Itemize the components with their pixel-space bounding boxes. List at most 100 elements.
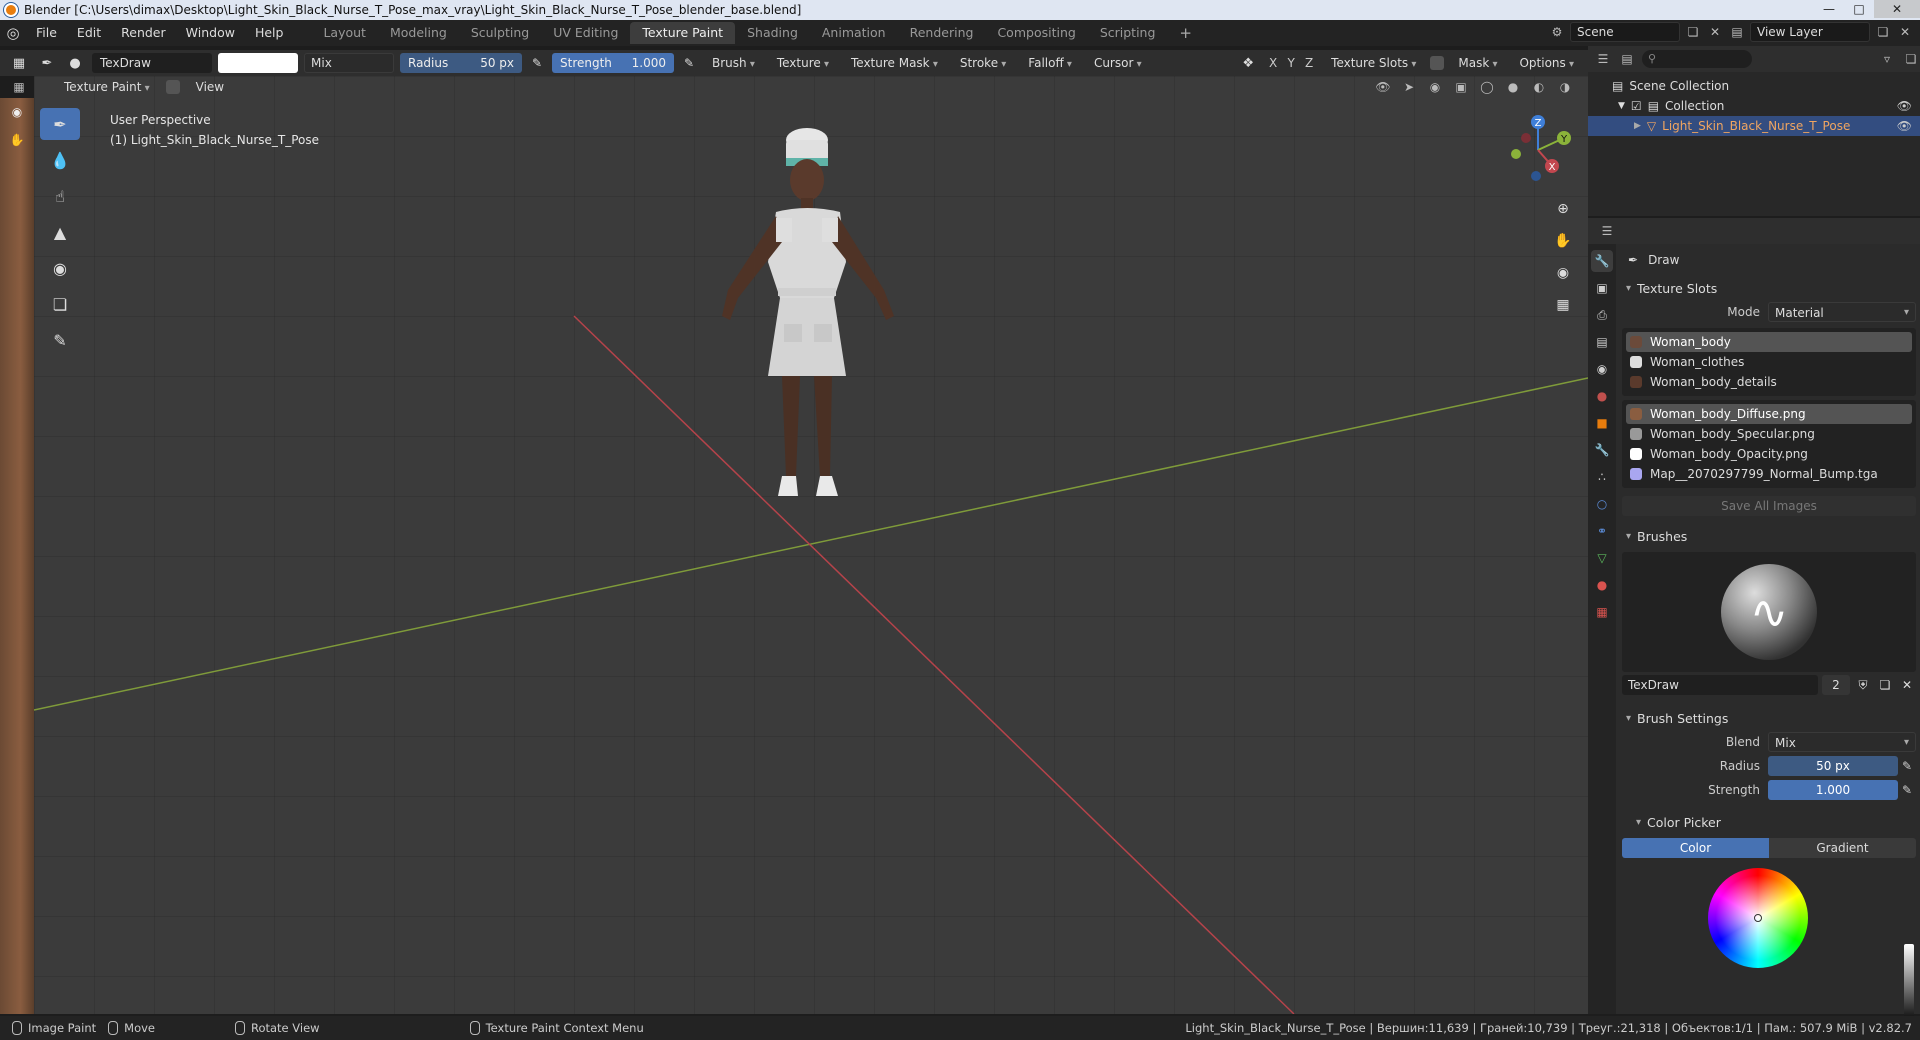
outliner-search-input[interactable]: ⚲ (1642, 50, 1752, 68)
output-tab-icon[interactable]: ⎙ (1591, 304, 1613, 326)
annotate-tool-icon[interactable]: ✎ (40, 324, 80, 356)
grid-perspective-icon[interactable]: ▦ (1550, 292, 1576, 318)
smear-tool-icon[interactable]: ☝ (40, 180, 80, 212)
expand-arrow-icon[interactable]: ▶ (1634, 121, 1641, 131)
tab-texture-paint[interactable]: Texture Paint (630, 22, 736, 44)
outliner-collection[interactable]: ▼ ☑ ▤ Collection 👁 (1588, 96, 1920, 116)
texture-slots-menu[interactable]: Texture Slots (1323, 53, 1424, 73)
symmetry-z-button[interactable]: Z (1301, 56, 1317, 70)
image-slot-item[interactable]: Map__2070297799_Normal_Bump.tga (1626, 464, 1912, 484)
rendered-shading-icon[interactable]: ◑ (1556, 77, 1574, 97)
tab-scripting[interactable]: Scripting (1088, 22, 1168, 44)
mode-dropdown[interactable]: Texture Paint (56, 77, 158, 97)
value-slider[interactable] (1904, 944, 1914, 1024)
brushes-panel-header[interactable]: Brushes (1622, 524, 1916, 548)
visibility-eye-icon[interactable]: 👁 (1897, 119, 1912, 133)
strength-slider[interactable]: Strength 1.000 (552, 53, 674, 73)
unlink-brush-icon[interactable]: ✕ (1898, 675, 1916, 695)
radius-slider[interactable]: Radius 50 px (400, 53, 522, 73)
material-shading-icon[interactable]: ◐ (1530, 77, 1548, 97)
brush-name-field[interactable]: TexDraw (1622, 675, 1818, 695)
menu-window[interactable]: Window (176, 20, 245, 46)
physics-tab-icon[interactable]: ○ (1591, 493, 1613, 515)
draw-tool-icon[interactable]: ✒ (40, 108, 80, 140)
material-slot-item[interactable]: Woman_clothes (1626, 352, 1912, 372)
tab-layout[interactable]: Layout (311, 22, 378, 44)
gizmo-toggle-icon[interactable]: ➤ (1400, 77, 1418, 97)
remove-scene-icon[interactable]: ✕ (1706, 22, 1724, 42)
image-slot-item[interactable]: Woman_body_Diffuse.png (1626, 404, 1912, 424)
symmetry-y-button[interactable]: Y (1283, 56, 1299, 70)
strip-hand-icon[interactable]: ✋ (0, 126, 34, 154)
view-layer-icon[interactable]: ▤ (1728, 22, 1746, 42)
texture-menu[interactable]: Texture (769, 53, 837, 73)
color-picker-panel-header[interactable]: Color Picker (1622, 810, 1916, 834)
zoom-icon[interactable]: ⊕ (1550, 196, 1576, 222)
view-layer-field[interactable]: View Layer (1750, 22, 1870, 42)
texture-tab-icon[interactable]: ▦ (1591, 601, 1613, 623)
scene-tab-icon[interactable]: ◉ (1591, 358, 1613, 380)
mask-checkbox[interactable] (1430, 56, 1445, 70)
gradient-tab[interactable]: Gradient (1769, 838, 1916, 858)
save-all-images-button[interactable]: Save All Images (1622, 496, 1916, 516)
image-slot-item[interactable]: Woman_body_Specular.png (1626, 424, 1912, 444)
clone-tool-icon[interactable]: ▲ (40, 216, 80, 248)
brush-preview[interactable]: ∿ (1622, 552, 1916, 672)
material-slot-item[interactable]: Woman_body_details (1626, 372, 1912, 392)
gizmo-neg-y-axis[interactable] (1511, 149, 1521, 159)
mask-tool-icon[interactable]: ❏ (40, 288, 80, 320)
options-menu[interactable]: Options (1511, 53, 1582, 73)
stroke-menu[interactable]: Stroke (952, 53, 1014, 73)
wireframe-shading-icon[interactable]: ◯ (1478, 77, 1496, 97)
world-tab-icon[interactable]: ● (1591, 385, 1613, 407)
brush-name-field[interactable]: TexDraw (92, 53, 212, 73)
gizmo-neg-x-axis[interactable] (1521, 133, 1531, 143)
outliner-display-icon[interactable]: ▤ (1618, 49, 1636, 69)
color-wheel[interactable] (1708, 868, 1808, 968)
soften-tool-icon[interactable]: 💧 (40, 144, 80, 176)
expand-arrow-icon[interactable]: ▼ (1618, 101, 1625, 111)
blender-menu-icon[interactable]: ◎ (0, 20, 26, 46)
strip-view-icon[interactable]: ◉ (0, 98, 34, 126)
tab-shading[interactable]: Shading (735, 22, 810, 44)
3d-viewport[interactable]: User Perspective (1) Light_Skin_Black_Nu… (34, 76, 1588, 1014)
camera-icon[interactable]: ◉ (1550, 260, 1576, 286)
render-tab-icon[interactable]: ▣ (1591, 277, 1613, 299)
symmetry-icon[interactable]: ❖ (1237, 53, 1259, 73)
brush-icon[interactable]: ● (64, 53, 86, 73)
new-collection-icon[interactable]: ❏ (1902, 49, 1920, 69)
symmetry-x-button[interactable]: X (1265, 56, 1281, 70)
strength-field[interactable]: 1.000 (1768, 780, 1898, 800)
checkbox-icon[interactable]: ☑ (1631, 99, 1642, 113)
tool-icon[interactable]: ✒ (36, 53, 58, 73)
cursor-menu[interactable]: Cursor (1086, 53, 1150, 73)
tab-compositing[interactable]: Compositing (985, 22, 1087, 44)
strength-pressure-icon[interactable]: ✎ (1898, 783, 1916, 797)
pan-hand-icon[interactable]: ✋ (1550, 228, 1576, 254)
mode-dropdown[interactable]: Material (1768, 302, 1916, 323)
brush-users-count[interactable]: 2 (1822, 675, 1850, 695)
tab-animation[interactable]: Animation (810, 22, 898, 44)
navigation-gizmo[interactable]: Z Y X (1498, 110, 1578, 190)
tab-rendering[interactable]: Rendering (898, 22, 986, 44)
mesh-data-tab-icon[interactable]: ▽ (1591, 547, 1613, 569)
menu-help[interactable]: Help (245, 20, 294, 46)
duplicate-brush-icon[interactable]: ❏ (1876, 675, 1894, 695)
falloff-menu[interactable]: Falloff (1020, 53, 1080, 73)
menu-file[interactable]: File (26, 20, 67, 46)
scene-icon[interactable]: ⚙ (1548, 22, 1566, 42)
texture-mask-menu[interactable]: Texture Mask (843, 53, 946, 73)
visibility-icon[interactable]: 👁 (1374, 77, 1392, 97)
modifier-tab-icon[interactable]: 🔧 (1591, 439, 1613, 461)
new-view-layer-icon[interactable]: ❏ (1874, 22, 1892, 42)
outliner-editor-icon[interactable]: ☰ (1594, 49, 1612, 69)
fill-tool-icon[interactable]: ◉ (40, 252, 80, 284)
material-tab-icon[interactable]: ● (1591, 574, 1613, 596)
gizmo-neg-z-axis[interactable] (1531, 171, 1541, 181)
radius-pressure-icon[interactable]: ✎ (1898, 759, 1916, 773)
tab-modeling[interactable]: Modeling (378, 22, 459, 44)
particles-tab-icon[interactable]: ∴ (1591, 466, 1613, 488)
material-slot-item[interactable]: Woman_body (1626, 332, 1912, 352)
editor-type-viewport-icon[interactable]: ▦ (10, 77, 28, 97)
fake-user-shield-icon[interactable]: ⛨ (1854, 675, 1872, 695)
